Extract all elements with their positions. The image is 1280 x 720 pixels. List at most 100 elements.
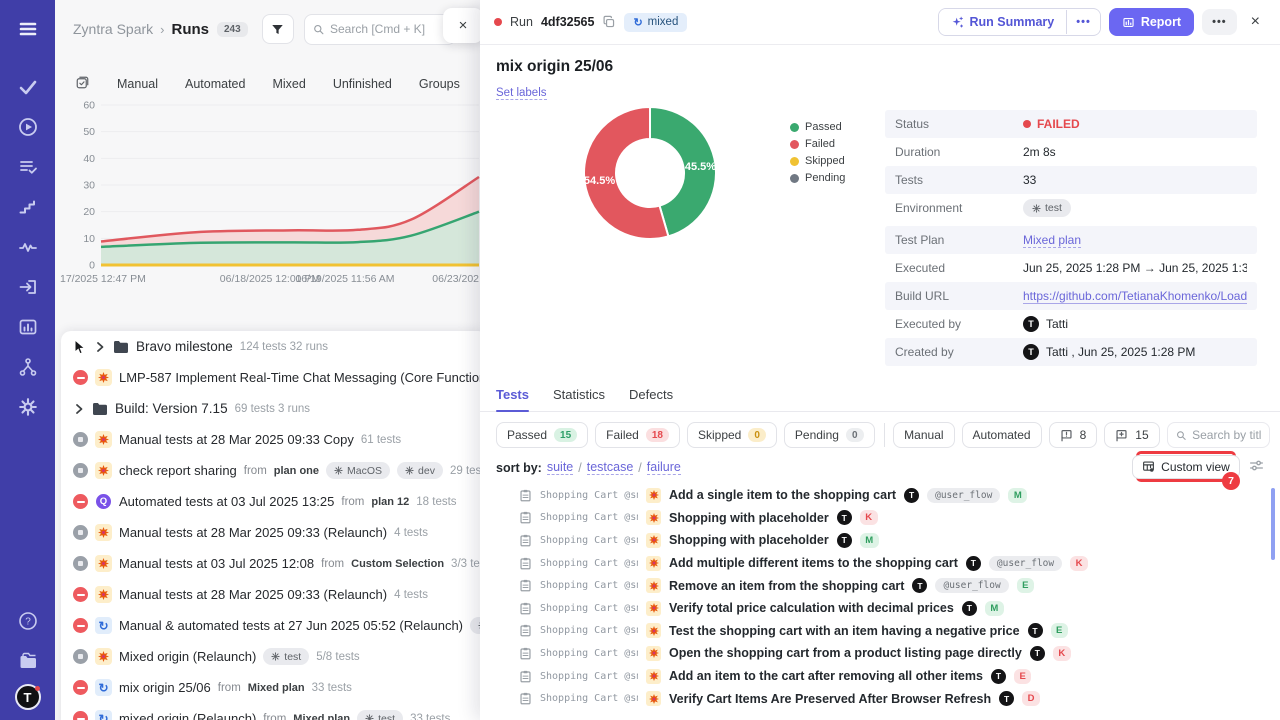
docs-icon[interactable]: [9, 644, 47, 678]
pulse-icon[interactable]: [9, 230, 47, 264]
menu-icon[interactable]: [9, 12, 47, 46]
test-row[interactable]: Shopping Cart @sm... Verify total price …: [480, 597, 1266, 620]
runs-trend-chart: 010203040506017/2025 12:47 PM06/18/2025 …: [55, 96, 480, 296]
manual-origin-icon: [95, 648, 112, 665]
pending-filter-button[interactable]: Pending0: [784, 422, 875, 448]
runs-search[interactable]: [304, 14, 456, 45]
test-title[interactable]: Open the shopping cart from a product li…: [669, 646, 1022, 660]
test-title[interactable]: Verify Cart Items Are Preserved After Br…: [669, 692, 991, 706]
from-plan[interactable]: Mixed plan: [293, 713, 350, 720]
run-summary-more-button[interactable]: •••: [1066, 10, 1100, 34]
user-avatar[interactable]: T: [15, 684, 41, 710]
skipped-filter-button[interactable]: Skipped0: [687, 422, 777, 448]
run-row[interactable]: Q Automated tests at 03 Jul 2025 13:25 f…: [61, 486, 480, 517]
from-plan[interactable]: plan 12: [371, 496, 409, 508]
test-row[interactable]: Shopping Cart @sm... Shopping with place…: [480, 529, 1266, 552]
tab-manual[interactable]: Manual: [117, 77, 158, 91]
enter-icon[interactable]: [9, 270, 47, 304]
chevron-right-icon[interactable]: [73, 403, 85, 415]
tests-search-input[interactable]: [1192, 428, 1261, 442]
severity-icon: [646, 623, 661, 638]
test-title[interactable]: Shopping with placeholder: [669, 533, 829, 547]
tab-tests[interactable]: Tests: [496, 387, 529, 411]
run-row[interactable]: ↻ mix origin 25/06 from Mixed plan 33 te…: [61, 672, 480, 703]
run-title: Manual & automated tests at 27 Jun 2025 …: [119, 618, 463, 633]
run-row[interactable]: Manual tests at 28 Mar 2025 09:33 (Relau…: [61, 579, 480, 610]
copy-icon[interactable]: [602, 15, 616, 29]
help-icon[interactable]: ?: [9, 604, 47, 638]
run-title: mix origin 25/06: [119, 680, 211, 695]
tab-statistics[interactable]: Statistics: [553, 387, 605, 411]
comments-count-button[interactable]: 15: [1104, 422, 1159, 448]
run-row[interactable]: Build: Version 7.15 69 tests 3 runs: [61, 393, 480, 424]
view-settings-icon[interactable]: [1249, 458, 1264, 478]
test-title[interactable]: Shopping with placeholder: [669, 511, 829, 525]
branch-icon[interactable]: [9, 350, 47, 384]
manual-origin-icon: [95, 555, 112, 572]
test-row[interactable]: Shopping Cart @sm... Remove an item from…: [480, 574, 1266, 597]
test-row[interactable]: Shopping Cart @sm... Test the shopping c…: [480, 620, 1266, 643]
run-list-icon[interactable]: [9, 150, 47, 184]
test-row[interactable]: Shopping Cart @sm... Open the shopping c…: [480, 642, 1266, 665]
test-row[interactable]: Shopping Cart @sm... Add an item to the …: [480, 665, 1266, 688]
test-title[interactable]: Test the shopping cart with an item havi…: [669, 624, 1020, 638]
tab-mixed[interactable]: Mixed: [272, 77, 305, 91]
popover-close-button[interactable]: ×: [443, 8, 480, 43]
filter-button[interactable]: [262, 14, 294, 44]
tab-groups[interactable]: Groups: [419, 77, 460, 91]
run-summary-button[interactable]: Run Summary: [939, 9, 1067, 35]
run-row[interactable]: LMP-587 Implement Real-Time Chat Messagi…: [61, 362, 480, 393]
run-row[interactable]: Manual tests at 28 Mar 2025 09:33 (Relau…: [61, 517, 480, 548]
from-plan[interactable]: plan one: [274, 465, 319, 477]
manual-filter-button[interactable]: Manual: [893, 422, 954, 448]
from-label: from: [321, 558, 344, 570]
runs-search-input[interactable]: [330, 22, 447, 36]
steps-icon[interactable]: [9, 190, 47, 224]
automated-filter-button[interactable]: Automated: [962, 422, 1042, 448]
test-row[interactable]: Shopping Cart @sm... Shopping with place…: [480, 507, 1266, 530]
test-plan-link[interactable]: Mixed plan: [1023, 233, 1081, 248]
test-title[interactable]: Add multiple different items to the shop…: [669, 556, 958, 570]
tests-search[interactable]: [1167, 422, 1270, 448]
test-row[interactable]: Shopping Cart @sm... Add multiple differ…: [480, 552, 1266, 575]
from-plan[interactable]: Mixed plan: [248, 682, 305, 694]
sort-by-testcase[interactable]: testcase: [587, 460, 634, 475]
gear-icon[interactable]: [9, 390, 47, 424]
from-plan[interactable]: Custom Selection: [351, 558, 444, 570]
test-row[interactable]: Shopping Cart @sm... Verify Cart Items A…: [480, 687, 1266, 710]
test-title[interactable]: Add an item to the cart after removing a…: [669, 669, 983, 683]
scrollbar-thumb[interactable]: [1271, 488, 1275, 560]
breadcrumb-project[interactable]: Zyntra Spark: [73, 21, 153, 37]
select-multiple-icon[interactable]: [75, 75, 90, 93]
run-row[interactable]: check report sharing from plan one MacOS…: [61, 455, 480, 486]
run-row[interactable]: ↻ mixed origin (Relaunch) from Mixed pla…: [61, 703, 480, 720]
test-cases-icon[interactable]: [9, 70, 47, 104]
run-row[interactable]: Mixed origin (Relaunch) test 5/8 tests: [61, 641, 480, 672]
test-row[interactable]: Shopping Cart @sm... Add a single item t…: [480, 484, 1266, 507]
run-row[interactable]: ↻ Manual & automated tests at 27 Jun 202…: [61, 610, 480, 641]
tab-defects[interactable]: Defects: [629, 387, 673, 411]
user-value: TTatti , Jun 25, 2025 1:28 PM: [1023, 344, 1195, 360]
close-panel-button[interactable]: ×: [1245, 9, 1266, 35]
chevron-right-icon[interactable]: [94, 341, 106, 353]
run-row[interactable]: Manual tests at 28 Mar 2025 09:33 Copy 6…: [61, 424, 480, 455]
build-url-link[interactable]: https://github.com/TetianaKhomenko/Load-…: [1023, 289, 1247, 304]
failed-filter-button[interactable]: Failed18: [595, 422, 680, 448]
tab-unfinished[interactable]: Unfinished: [333, 77, 392, 91]
defects-count-button[interactable]: 8: [1049, 422, 1098, 448]
run-row[interactable]: Manual tests at 03 Jul 2025 12:08 from C…: [61, 548, 480, 579]
tab-automated[interactable]: Automated: [185, 77, 245, 91]
more-actions-button[interactable]: •••: [1202, 9, 1237, 35]
test-title[interactable]: Remove an item from the shopping cart: [669, 579, 904, 593]
set-labels-link[interactable]: Set labels: [496, 87, 547, 100]
bar-chart-icon[interactable]: [9, 310, 47, 344]
run-row[interactable]: Bravo milestone 124 tests 32 runs: [61, 331, 480, 362]
test-title[interactable]: Add a single item to the shopping cart: [669, 488, 896, 502]
sort-by-suite[interactable]: suite: [547, 460, 573, 475]
play-circle-icon[interactable]: [9, 110, 47, 144]
report-button[interactable]: Report: [1109, 8, 1194, 36]
test-title[interactable]: Verify total price calculation with deci…: [669, 601, 954, 615]
gear-icon: [405, 466, 414, 475]
sort-by-failure[interactable]: failure: [647, 460, 681, 475]
passed-filter-button[interactable]: Passed15: [496, 422, 588, 448]
